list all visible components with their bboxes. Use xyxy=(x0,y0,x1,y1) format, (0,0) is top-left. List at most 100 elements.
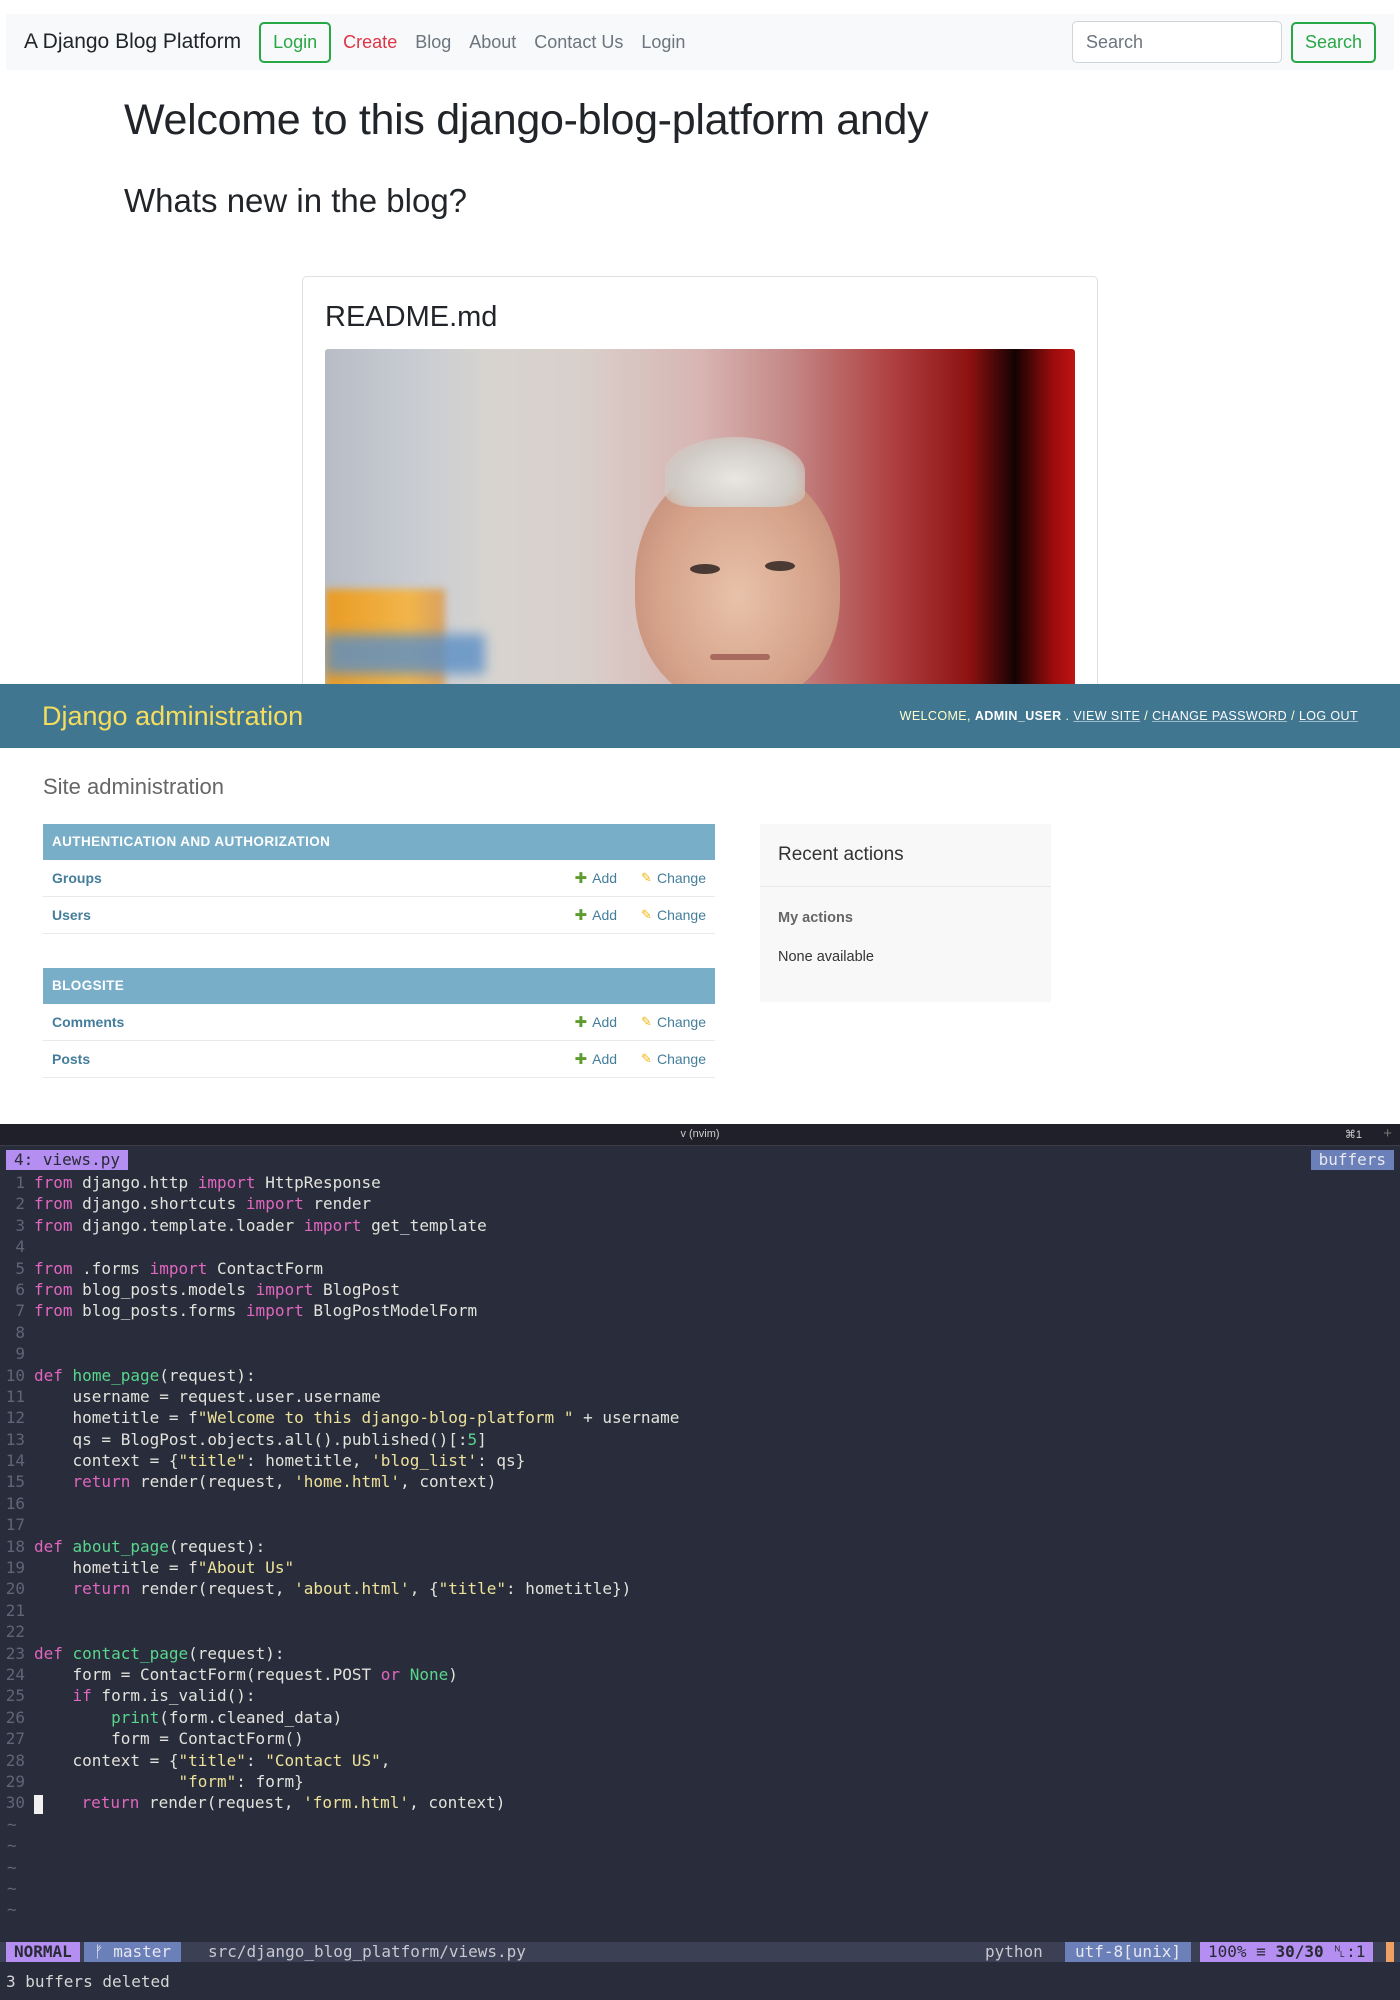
log-out-link[interactable]: LOG OUT xyxy=(1299,709,1358,723)
navbar-brand[interactable]: A Django Blog Platform xyxy=(24,30,241,54)
add-link[interactable]: ✚ Add xyxy=(575,906,618,924)
change-link[interactable]: ✎ Change xyxy=(641,1051,706,1067)
view-site-link[interactable]: VIEW SITE xyxy=(1073,709,1140,723)
module-caption[interactable]: BLOGSITE xyxy=(43,968,715,1004)
code-text: return render(request, 'about.html', {"t… xyxy=(34,1578,632,1599)
code-line[interactable]: 5 from .forms import ContactForm xyxy=(0,1258,1400,1279)
pencil-icon: ✎ xyxy=(641,870,652,885)
code-line[interactable]: 8 xyxy=(0,1322,1400,1343)
code-line[interactable]: 7 from blog_posts.forms import BlogPostMo… xyxy=(0,1300,1400,1321)
add-link[interactable]: ✚ Add xyxy=(575,1013,618,1031)
line-number: 10 xyxy=(5,1365,25,1385)
navbar-login-button[interactable]: Login xyxy=(259,21,332,63)
my-actions-heading: My actions xyxy=(778,910,853,926)
model-link-comments[interactable]: Comments xyxy=(52,1014,551,1030)
line-number: 13 xyxy=(5,1429,25,1449)
model-link-users[interactable]: Users xyxy=(52,907,551,923)
code-token: form = ContactForm(request.POST xyxy=(34,1664,381,1684)
buffer-tab-views[interactable]: 4: views.py xyxy=(6,1150,128,1170)
code-line[interactable]: 26 print(form.cleaned_data) xyxy=(0,1707,1400,1728)
code-token: 'blog_list' xyxy=(371,1451,478,1471)
code-line[interactable]: 3 from django.template.loader import get_… xyxy=(0,1215,1400,1236)
code-line[interactable]: 14 context = {"title": hometitle, 'blog_… xyxy=(0,1450,1400,1471)
search-input[interactable] xyxy=(1071,21,1282,63)
code-token: about_page xyxy=(72,1536,169,1556)
code-line[interactable]: 6 from blog_posts.models import BlogPost xyxy=(0,1279,1400,1300)
code-line[interactable]: 23 def contact_page(request): xyxy=(0,1643,1400,1664)
line-number: 26 xyxy=(5,1707,25,1727)
nav-link-login[interactable]: Login xyxy=(641,32,685,53)
change-link[interactable]: ✎ Change xyxy=(641,907,706,923)
code-line[interactable]: 24 form = ContactForm(request.POST or No… xyxy=(0,1664,1400,1685)
post-card-title[interactable]: README.md xyxy=(325,301,497,334)
admin-brand[interactable]: Django administration xyxy=(42,701,303,732)
code-token: import xyxy=(245,1194,304,1214)
model-link-groups[interactable]: Groups xyxy=(52,870,551,886)
recent-actions-title: Recent actions xyxy=(778,844,904,865)
code-line[interactable]: 20 return render(request, 'about.html', … xyxy=(0,1578,1400,1599)
code-line[interactable]: 18 def about_page(request): xyxy=(0,1536,1400,1557)
terminal-titlebar: v (nvim) ⌘1 + xyxy=(0,1124,1400,1146)
code-line[interactable]: 1 from django.http import HttpResponse xyxy=(0,1172,1400,1193)
change-link[interactable]: ✎ Change xyxy=(641,1014,706,1030)
code-line[interactable]: 16 xyxy=(0,1493,1400,1514)
code-line[interactable]: 21 xyxy=(0,1600,1400,1621)
model-link-posts[interactable]: Posts xyxy=(52,1051,551,1067)
module-caption[interactable]: AUTHENTICATION AND AUTHORIZATION xyxy=(43,824,715,860)
code-line[interactable]: 4 xyxy=(0,1236,1400,1257)
code-line[interactable]: 25 if form.is_valid(): xyxy=(0,1685,1400,1706)
code-line[interactable]: 29 "form": form} xyxy=(0,1771,1400,1792)
line-number: 25 xyxy=(5,1686,25,1706)
change-label: Change xyxy=(656,1014,706,1030)
buffers-label: buffers xyxy=(1310,1150,1394,1170)
module-auth: AUTHENTICATION AND AUTHORIZATION Groups … xyxy=(43,824,715,934)
empty-buffer-line: ~ xyxy=(0,1857,1400,1878)
code-line[interactable]: 19 hometitle = f"About Us" xyxy=(0,1557,1400,1578)
code-token: import xyxy=(149,1258,208,1278)
nav-link-about[interactable]: About xyxy=(469,32,516,53)
search-button[interactable]: Search xyxy=(1290,21,1376,63)
code-token: context = { xyxy=(34,1750,179,1770)
new-tab-button[interactable]: + xyxy=(1383,1125,1392,1142)
code-line[interactable]: 22 xyxy=(0,1621,1400,1642)
add-link[interactable]: ✚ Add xyxy=(575,1050,618,1068)
code-line[interactable]: 9 xyxy=(0,1343,1400,1364)
code-token: render xyxy=(303,1194,372,1214)
code-line[interactable]: 13 qs = BlogPost.objects.all().published… xyxy=(0,1429,1400,1450)
code-line[interactable]: 10 def home_page(request): xyxy=(0,1365,1400,1386)
code-token: render(request, xyxy=(130,1472,295,1492)
add-link[interactable]: ✚ Add xyxy=(575,869,618,887)
column-icon: ␤ xyxy=(1333,1942,1347,1961)
code-line[interactable]: 17 xyxy=(0,1514,1400,1535)
code-line[interactable]: 11 username = request.user.username xyxy=(0,1386,1400,1407)
code-token: import xyxy=(197,1173,256,1192)
empty-buffer-line: ~ xyxy=(0,1835,1400,1856)
nav-link-blog[interactable]: Blog xyxy=(415,32,451,53)
code-text: return render(request, 'home.html', cont… xyxy=(34,1471,497,1492)
add-label: Add xyxy=(592,870,618,886)
line-number: 21 xyxy=(5,1600,25,1620)
code-line[interactable]: 2 from django.shortcuts import render xyxy=(0,1193,1400,1214)
code-text: print(form.cleaned_data) xyxy=(34,1707,342,1728)
admin-username: ADMIN_USER xyxy=(974,709,1062,723)
line-number: 24 xyxy=(5,1664,25,1684)
nav-link-contact[interactable]: Contact Us xyxy=(534,32,623,53)
code-editor[interactable]: 1 from django.http import HttpResponse 2 fr… xyxy=(0,1172,1400,1921)
code-line[interactable]: 30 return render(request, 'form.html', c… xyxy=(0,1792,1400,1814)
line-number: 16 xyxy=(5,1493,25,1513)
code-token: return xyxy=(34,1472,131,1492)
line-number: 14 xyxy=(5,1451,25,1471)
model-row-groups: Groups ✚ Add ✎ Change xyxy=(43,860,715,897)
image-mouth xyxy=(710,654,770,660)
nav-link-create[interactable]: Create xyxy=(343,32,397,53)
code-line[interactable]: 27 form = ContactForm() xyxy=(0,1728,1400,1749)
admin-user-tools: WELCOME, ADMIN_USER. VIEW SITE / CHANGE … xyxy=(900,709,1358,723)
code-token: (form.cleaned_data) xyxy=(159,1707,343,1727)
code-text: return render(request, 'form.html', cont… xyxy=(34,1792,505,1814)
code-token: or xyxy=(380,1664,401,1684)
change-password-link[interactable]: CHANGE PASSWORD xyxy=(1152,709,1287,723)
change-link[interactable]: ✎ Change xyxy=(641,870,706,886)
code-line[interactable]: 12 hometitle = f"Welcome to this django-… xyxy=(0,1407,1400,1428)
code-line[interactable]: 15 return render(request, 'home.html', c… xyxy=(0,1471,1400,1492)
code-line[interactable]: 28 context = {"title": "Contact US", xyxy=(0,1750,1400,1771)
